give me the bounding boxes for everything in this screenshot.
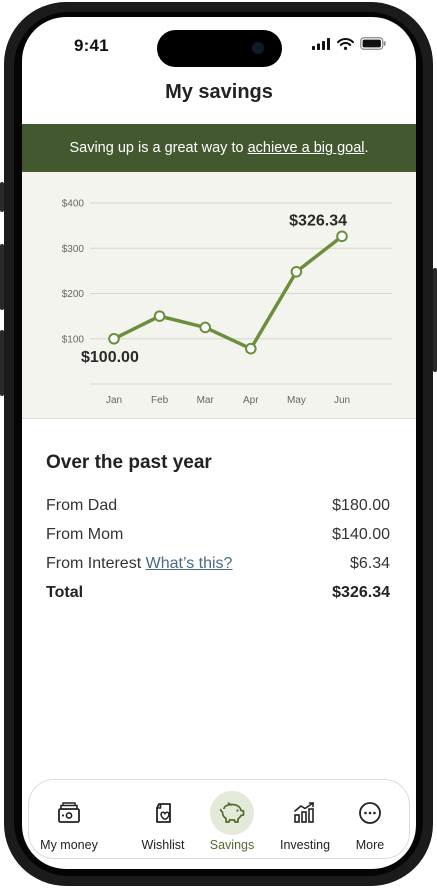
side-button xyxy=(0,330,4,396)
savings-line-chart: $100 $200 $300 $400 Jan Feb Mar Apr May Jun $100.0… xyxy=(62,199,392,406)
battery-icon xyxy=(360,37,386,50)
side-button xyxy=(0,244,4,310)
summary-title: Over the past year xyxy=(46,452,212,473)
tab-my-money[interactable]: My money xyxy=(31,780,107,860)
x-tick-label: Apr xyxy=(243,395,259,406)
data-label: $100.00 xyxy=(81,349,139,366)
page-title: My savings xyxy=(165,81,273,103)
data-point xyxy=(336,230,348,243)
summary-row-mom: From Mom $140.00 xyxy=(46,524,390,546)
banner-text-end: . xyxy=(364,140,369,156)
status-bar: 9:41 xyxy=(22,17,416,71)
y-tick-label: $100 xyxy=(62,334,85,345)
series-line xyxy=(112,234,344,351)
y-tick-label: $400 xyxy=(62,199,85,210)
cellular-signal-icon xyxy=(312,37,330,50)
wishlist-icon xyxy=(156,803,171,823)
summary-row-value: $180.00 xyxy=(332,497,390,514)
x-tick-label: Jun xyxy=(334,395,350,406)
dynamic-island xyxy=(157,30,282,67)
screen: 9:41 My savings Saving up is a great way… xyxy=(22,17,416,869)
summary-row-interest: From Interest What’s this? $6.34 xyxy=(46,553,390,575)
y-tick-label: $300 xyxy=(62,244,85,255)
tab-icon-wrap xyxy=(348,791,392,835)
side-button xyxy=(0,182,4,212)
tab-icon-wrap xyxy=(47,791,91,835)
wifi-icon xyxy=(337,37,354,50)
x-tick-label: Jan xyxy=(106,395,122,406)
summary-row-value: $6.34 xyxy=(349,555,390,572)
tab-label: More xyxy=(355,838,385,852)
summary-row-label: From Mom xyxy=(46,526,124,543)
data-point xyxy=(199,321,211,334)
summary-total-value: $326.34 xyxy=(332,584,390,601)
wallet-icon xyxy=(58,802,80,823)
summary-row-label: From Dad xyxy=(46,497,118,514)
tab-label: Wishlist xyxy=(141,838,185,852)
tab-icon-wrap xyxy=(283,791,327,835)
tab-bar: My money Wishlist Savings Investing More xyxy=(28,779,410,859)
y-tick-label: $200 xyxy=(62,289,85,300)
banner-text: Saving up is a great way to xyxy=(69,140,248,156)
summary-row-dad: From Dad $180.00 xyxy=(46,495,390,517)
tab-wishlist[interactable]: Wishlist xyxy=(125,780,201,860)
data-label: $326.34 xyxy=(289,212,347,229)
camera-icon xyxy=(252,42,264,54)
status-time: 9:41 xyxy=(74,36,109,55)
tab-more[interactable]: More xyxy=(332,780,408,860)
more-icon xyxy=(359,802,381,824)
info-banner: Saving up is a great way to achieve a bi… xyxy=(22,124,416,172)
data-point xyxy=(153,310,166,322)
summary-row-label-group: From Interest What’s this? xyxy=(46,555,232,573)
tab-label: Savings xyxy=(209,838,255,852)
tab-savings[interactable]: Savings xyxy=(194,780,270,860)
summary-total-label: Total xyxy=(46,584,84,601)
x-tick-label: Mar xyxy=(197,395,215,406)
x-tick-label: Feb xyxy=(151,395,169,406)
chart-bars-icon xyxy=(294,802,314,823)
data-point xyxy=(245,342,257,355)
piggy-bank-icon xyxy=(219,802,245,823)
whats-this-link[interactable]: What’s this? xyxy=(146,555,233,572)
tab-label: Investing xyxy=(279,838,331,852)
status-icons xyxy=(312,37,386,50)
savings-chart: $100 $200 $300 $400 Jan Feb Mar Apr May Jun $100.0… xyxy=(22,172,416,419)
tab-label: My money xyxy=(40,838,98,852)
tab-icon-wrap xyxy=(141,791,185,835)
achieve-goal-link[interactable]: achieve a big goal xyxy=(248,140,365,156)
x-tick-label: May xyxy=(287,395,306,406)
summary-row-total: Total $326.34 xyxy=(46,582,390,604)
summary-row-value: $140.00 xyxy=(332,526,390,543)
tab-icon-wrap-active xyxy=(210,791,254,835)
summary-row-label: From Interest xyxy=(46,555,142,572)
data-point xyxy=(108,332,120,345)
side-button xyxy=(433,268,437,372)
data-point xyxy=(290,265,303,278)
